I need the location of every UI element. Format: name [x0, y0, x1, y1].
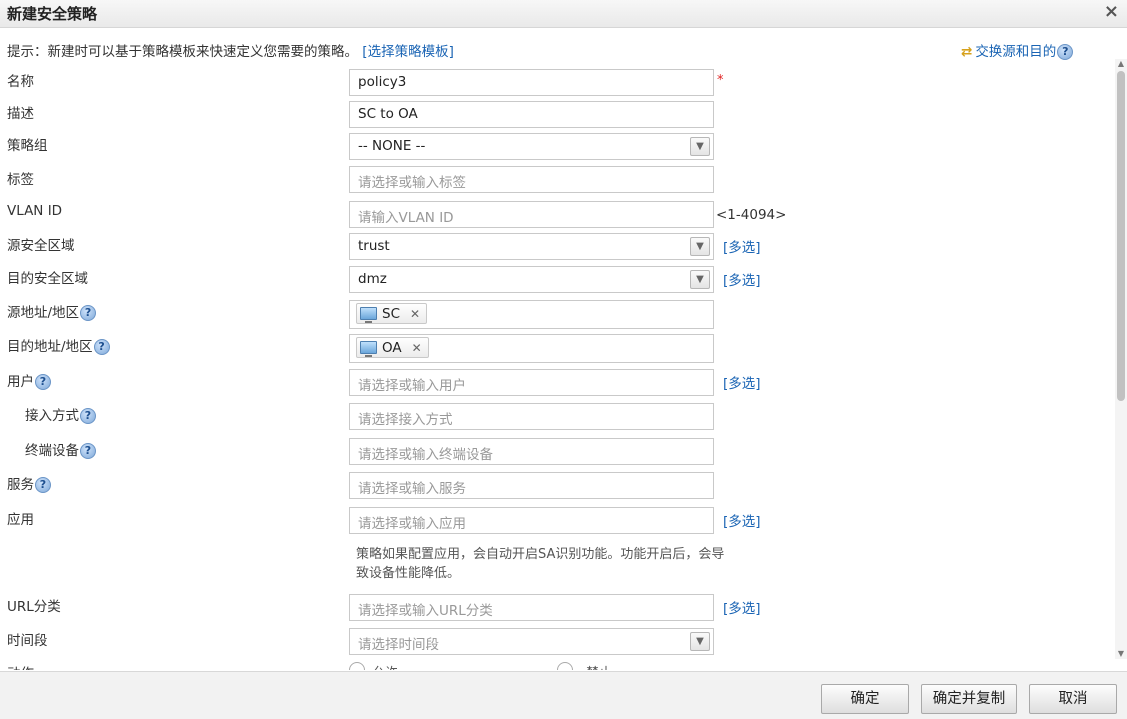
address-tag-label: SC: [382, 305, 400, 322]
action-deny-radio[interactable]: [557, 662, 573, 670]
time-range-select[interactable]: 请选择时间段 ▼: [349, 628, 714, 655]
user-label-text: 用户: [7, 374, 34, 390]
swap-icon: ⇄: [961, 44, 973, 60]
url-category-multi-link[interactable]: [多选]: [723, 597, 761, 617]
action-deny-label: 禁止: [586, 662, 612, 670]
computer-icon: [360, 341, 377, 357]
swap-label: 交换源和目的: [975, 44, 1057, 60]
user-multi-link[interactable]: [多选]: [723, 372, 761, 392]
access-mode-label: 接入方式?: [25, 404, 96, 424]
action-permit-radio[interactable]: [349, 662, 365, 670]
chevron-down-icon[interactable]: ▼: [690, 270, 710, 289]
description-label: 描述: [7, 106, 34, 122]
remove-tag-icon[interactable]: ✕: [410, 307, 420, 321]
ok-button[interactable]: 确定: [821, 684, 909, 714]
time-range-label: 时间段: [7, 633, 48, 649]
source-zone-label: 源安全区域: [7, 238, 75, 254]
address-tag-label: OA: [382, 339, 402, 356]
name-input[interactable]: policy3: [349, 69, 714, 96]
terminal-device-label: 终端设备?: [25, 439, 96, 459]
description-input[interactable]: SC to OA: [349, 101, 714, 128]
application-multi-link[interactable]: [多选]: [723, 510, 761, 530]
policy-group-value: -- NONE --: [358, 138, 426, 154]
help-icon[interactable]: ?: [35, 374, 51, 390]
help-icon[interactable]: ?: [80, 443, 96, 459]
help-icon[interactable]: ?: [80, 305, 97, 321]
dialog-title: 新建安全策略: [7, 5, 98, 23]
required-mark: *: [717, 73, 724, 88]
hint-text: 提示：新建时可以基于策略模板来快速定义您需要的策略。 [选择策略模板]: [7, 40, 454, 60]
user-input[interactable]: 请选择或输入用户: [349, 369, 714, 396]
close-icon[interactable]: ×: [1104, 1, 1119, 22]
url-category-label: URL分类: [7, 599, 61, 615]
select-template-link[interactable]: [选择策略模板]: [362, 44, 454, 60]
help-icon[interactable]: ?: [35, 477, 51, 493]
source-address-label: 源地址/地区?: [7, 301, 97, 321]
service-label-text: 服务: [7, 477, 34, 493]
service-input[interactable]: 请选择或输入服务: [349, 472, 714, 499]
source-zone-select[interactable]: trust ▼: [349, 233, 714, 260]
dest-address-label-text: 目的地址/地区: [7, 339, 93, 355]
help-icon[interactable]: ?: [93, 339, 110, 355]
remove-tag-icon[interactable]: ✕: [412, 341, 422, 355]
dest-zone-multi-link[interactable]: [多选]: [723, 269, 761, 289]
computer-icon: [360, 307, 377, 323]
terminal-device-input[interactable]: 请选择或输入终端设备: [349, 438, 714, 465]
help-icon[interactable]: ?: [1057, 44, 1074, 60]
action-row: 动作 允许 禁止: [0, 660, 1115, 670]
dialog-titlebar: 新建安全策略 ×: [0, 0, 1127, 28]
vertical-scrollbar[interactable]: ▲ ▼: [1115, 59, 1127, 659]
ok-copy-button[interactable]: 确定并复制: [921, 684, 1017, 714]
tag-label: 标签: [7, 172, 34, 188]
service-label: 服务?: [7, 473, 51, 493]
vlan-range-hint: <1-4094>: [716, 207, 787, 223]
policy-group-label: 策略组: [7, 138, 48, 154]
application-label: 应用: [7, 512, 34, 528]
action-label: 动作: [7, 662, 34, 670]
access-mode-input[interactable]: 请选择接入方式: [349, 403, 714, 430]
name-label: 名称: [7, 74, 34, 90]
dest-address-input[interactable]: OA ✕: [349, 334, 714, 363]
cancel-button[interactable]: 取消: [1029, 684, 1117, 714]
swap-source-dest-link[interactable]: ⇄ 交换源和目的?: [961, 40, 1074, 60]
source-zone-value: trust: [358, 238, 390, 254]
scroll-down-icon[interactable]: ▼: [1116, 649, 1126, 659]
dest-zone-select[interactable]: dmz ▼: [349, 266, 714, 293]
chevron-down-icon[interactable]: ▼: [690, 237, 710, 256]
tag-input[interactable]: 请选择或输入标签: [349, 166, 714, 193]
address-tag-sc: SC ✕: [356, 303, 428, 324]
dest-zone-value: dmz: [358, 271, 387, 287]
source-address-input[interactable]: SC ✕: [349, 300, 714, 329]
address-tag-oa: OA ✕: [356, 337, 429, 358]
terminal-device-label-text: 终端设备: [25, 443, 79, 459]
scroll-up-icon[interactable]: ▲: [1116, 59, 1126, 69]
scroll-thumb[interactable]: [1117, 71, 1125, 401]
user-label: 用户?: [7, 370, 51, 390]
application-note: 策略如果配置应用，会自动开启SA识别功能。功能开启后，会导致设备性能降低。: [356, 547, 725, 581]
help-icon[interactable]: ?: [80, 408, 96, 424]
policy-group-select[interactable]: -- NONE -- ▼: [349, 133, 714, 160]
time-range-placeholder: 请选择时间段: [358, 637, 439, 653]
source-address-label-text: 源地址/地区: [7, 305, 80, 321]
dest-zone-label: 目的安全区域: [7, 271, 88, 287]
hint-message: 提示：新建时可以基于策略模板来快速定义您需要的策略。: [7, 44, 358, 60]
url-category-input[interactable]: 请选择或输入URL分类: [349, 594, 714, 621]
vlan-id-label: VLAN ID: [7, 203, 63, 219]
source-zone-multi-link[interactable]: [多选]: [723, 236, 761, 256]
vlan-id-input[interactable]: 请输入VLAN ID: [349, 201, 714, 228]
action-permit-label: 允许: [372, 662, 398, 670]
dest-address-label: 目的地址/地区?: [7, 335, 110, 355]
application-input[interactable]: 请选择或输入应用: [349, 507, 714, 534]
chevron-down-icon[interactable]: ▼: [690, 632, 710, 651]
chevron-down-icon[interactable]: ▼: [690, 137, 710, 156]
access-mode-label-text: 接入方式: [25, 408, 79, 424]
